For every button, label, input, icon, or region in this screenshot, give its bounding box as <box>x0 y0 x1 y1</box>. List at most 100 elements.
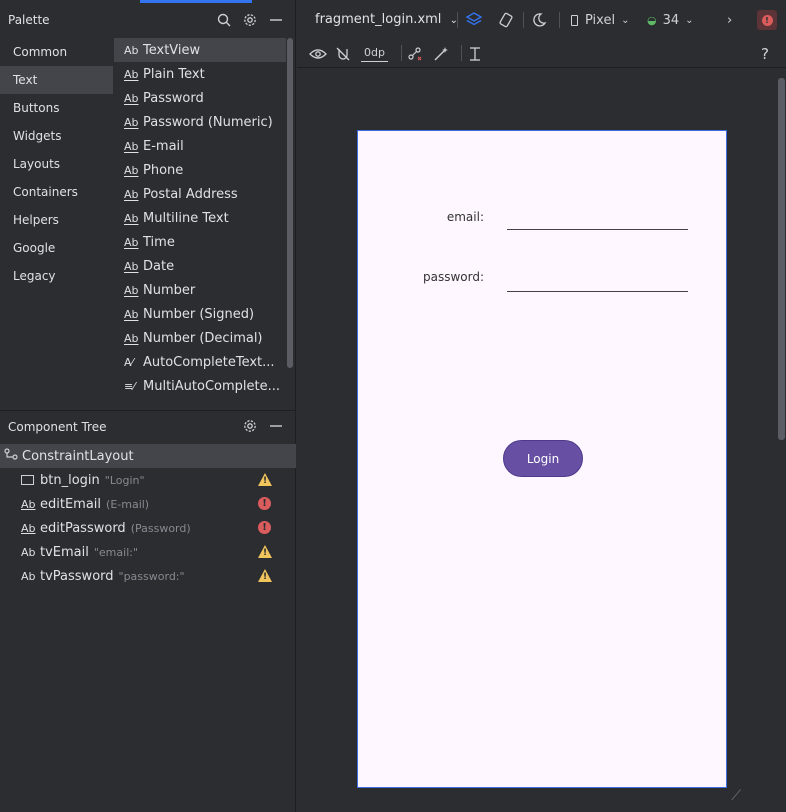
widget-label: Time <box>143 234 175 250</box>
canvas-scrollbar[interactable] <box>778 78 785 440</box>
tree-item-tvpassword[interactable]: Ab tvPassword "password:"! <box>0 564 296 588</box>
widget-label: Password <box>143 90 204 106</box>
edit-text-icon: Ab <box>21 521 36 535</box>
device-selector[interactable]: Pixel ⌄ <box>571 10 629 30</box>
device-name: Pixel <box>585 12 616 28</box>
component-tree-title: Component Tree <box>8 420 107 434</box>
warning-icon[interactable]: ! <box>258 545 272 559</box>
help-icon[interactable]: ? <box>761 44 769 64</box>
guidelines-icon[interactable] <box>467 44 483 64</box>
palette-category-containers[interactable]: Containers <box>0 178 113 206</box>
editor-secondary-toolbar: 0dp ? <box>297 38 786 68</box>
night-mode-icon[interactable] <box>531 10 547 30</box>
email-edit-text[interactable] <box>507 229 688 230</box>
tree-item-editemail[interactable]: Ab editEmail (E-mail)! <box>0 492 296 516</box>
infer-constraints-icon[interactable] <box>433 44 449 64</box>
palette-category-text[interactable]: Text <box>0 66 113 94</box>
tree-item-label: editPassword <box>40 520 126 536</box>
widget-label: Password (Numeric) <box>143 114 273 130</box>
palette-category-layouts[interactable]: Layouts <box>0 150 113 178</box>
edit-text-icon: Ab <box>21 497 36 511</box>
widget-type-icon: Ab <box>124 307 139 321</box>
palette-widget-password[interactable]: Ab Password <box>114 86 286 110</box>
issues-icon[interactable]: ! <box>757 10 777 30</box>
palette-category-common[interactable]: Common <box>0 38 113 66</box>
tree-item-detail: "Login" <box>104 473 145 487</box>
palette-widget-time[interactable]: Ab Time <box>114 230 286 254</box>
device-preview[interactable]: email: password: Login <box>357 130 727 788</box>
palette-category-buttons[interactable]: Buttons <box>0 94 113 122</box>
gear-icon[interactable] <box>240 10 260 30</box>
tree-item-constraint-layout[interactable]: ConstraintLayout <box>0 444 296 468</box>
palette-widget-postal-address[interactable]: Ab Postal Address <box>114 182 286 206</box>
tree-item-tvemail[interactable]: Ab tvEmail "email:"! <box>0 540 296 564</box>
tree-item-label: editEmail <box>40 496 102 512</box>
component-tree-panel: Component Tree ConstraintLayout btn_logi… <box>0 410 296 812</box>
orientation-icon[interactable] <box>497 10 515 30</box>
palette-category-google[interactable]: Google <box>0 234 113 262</box>
text-view-icon: Ab <box>21 569 36 583</box>
default-margin-value: 0dp <box>364 46 385 59</box>
palette-category-widgets[interactable]: Widgets <box>0 122 113 150</box>
widget-label: E-mail <box>143 138 184 154</box>
tree-item-detail: "email:" <box>93 545 139 559</box>
error-icon[interactable]: ! <box>258 521 272 535</box>
text-view-icon: Ab <box>21 545 36 559</box>
tree-item-detail: "password:" <box>118 569 185 583</box>
clear-constraints-icon[interactable] <box>407 44 423 64</box>
palette-widget-multiautocomplete[interactable]: ≡⁄ MultiAutoComplete... <box>114 374 286 398</box>
palette-widget-number-decimal[interactable]: Ab Number (Decimal) <box>114 326 286 350</box>
default-margin-selector[interactable]: 0dp <box>361 44 388 62</box>
design-surface-icon[interactable] <box>465 10 483 30</box>
tree-item-label: ConstraintLayout <box>22 448 134 464</box>
search-icon[interactable] <box>214 10 234 30</box>
resize-handle-icon[interactable]: ⟋ <box>731 788 741 804</box>
widget-type-icon: Ab <box>124 163 139 177</box>
palette-widget-password-numeric[interactable]: Ab Password (Numeric) <box>114 110 286 134</box>
password-label[interactable]: password: <box>404 270 484 284</box>
widget-label: MultiAutoComplete... <box>143 378 281 394</box>
api-level-selector[interactable]: ◒ 34 ⌄ <box>647 10 694 30</box>
magnet-icon[interactable] <box>335 44 351 64</box>
warning-icon[interactable]: ! <box>258 473 272 487</box>
palette-widget-date[interactable]: Ab Date <box>114 254 286 278</box>
file-selector[interactable]: fragment_login.xml ⌄ <box>315 12 458 27</box>
warning-icon[interactable]: ! <box>258 569 272 583</box>
phone-icon <box>571 14 578 26</box>
tree-item-editpassword[interactable]: Ab editPassword (Password)! <box>0 516 296 540</box>
widget-type-icon: Ab <box>124 67 139 81</box>
tree-item-label: btn_login <box>40 472 100 488</box>
widget-type-icon: Ab <box>124 283 139 297</box>
widget-type-icon: Ab <box>124 43 139 57</box>
chevron-down-icon: ⌄ <box>685 14 694 26</box>
widget-label: TextView <box>143 42 201 58</box>
minimize-icon[interactable] <box>266 10 286 30</box>
widget-label: Date <box>143 258 175 274</box>
palette-widget-phone[interactable]: Ab Phone <box>114 158 286 182</box>
palette-widget-e-mail[interactable]: Ab E-mail <box>114 134 286 158</box>
tree-item-btn-login[interactable]: btn_login "Login"! <box>0 468 296 492</box>
palette-widget-number[interactable]: Ab Number <box>114 278 286 302</box>
password-edit-text[interactable] <box>507 291 688 292</box>
login-button[interactable]: Login <box>503 440 583 477</box>
palette-widget-number-signed[interactable]: Ab Number (Signed) <box>114 302 286 326</box>
palette-category-legacy[interactable]: Legacy <box>0 262 113 290</box>
palette-scrollbar[interactable] <box>287 38 293 368</box>
error-icon[interactable]: ! <box>258 497 272 511</box>
eye-icon[interactable] <box>309 44 327 64</box>
palette-category-helpers[interactable]: Helpers <box>0 206 113 234</box>
palette-widget-textview[interactable]: Ab TextView <box>114 38 286 62</box>
design-canvas[interactable]: email: password: Login ⟋ <box>297 69 779 812</box>
widget-type-icon: ≡⁄ <box>124 379 136 393</box>
chevron-right-icon[interactable]: › <box>727 10 732 30</box>
email-label[interactable]: email: <box>404 210 484 224</box>
palette-widget-autocompletetext[interactable]: A⁄ AutoCompleteText... <box>114 350 286 374</box>
palette-widget-plain-text[interactable]: Ab Plain Text <box>114 62 286 86</box>
palette-categories: Common Text Buttons Widgets Layouts Container… <box>0 38 113 290</box>
gear-icon[interactable] <box>240 416 260 436</box>
file-name: fragment_login.xml <box>315 12 442 27</box>
widget-type-icon: Ab <box>124 235 139 249</box>
minimize-icon[interactable] <box>266 416 286 436</box>
palette-widget-multiline-text[interactable]: Ab Multiline Text <box>114 206 286 230</box>
widget-type-icon: Ab <box>124 211 139 225</box>
